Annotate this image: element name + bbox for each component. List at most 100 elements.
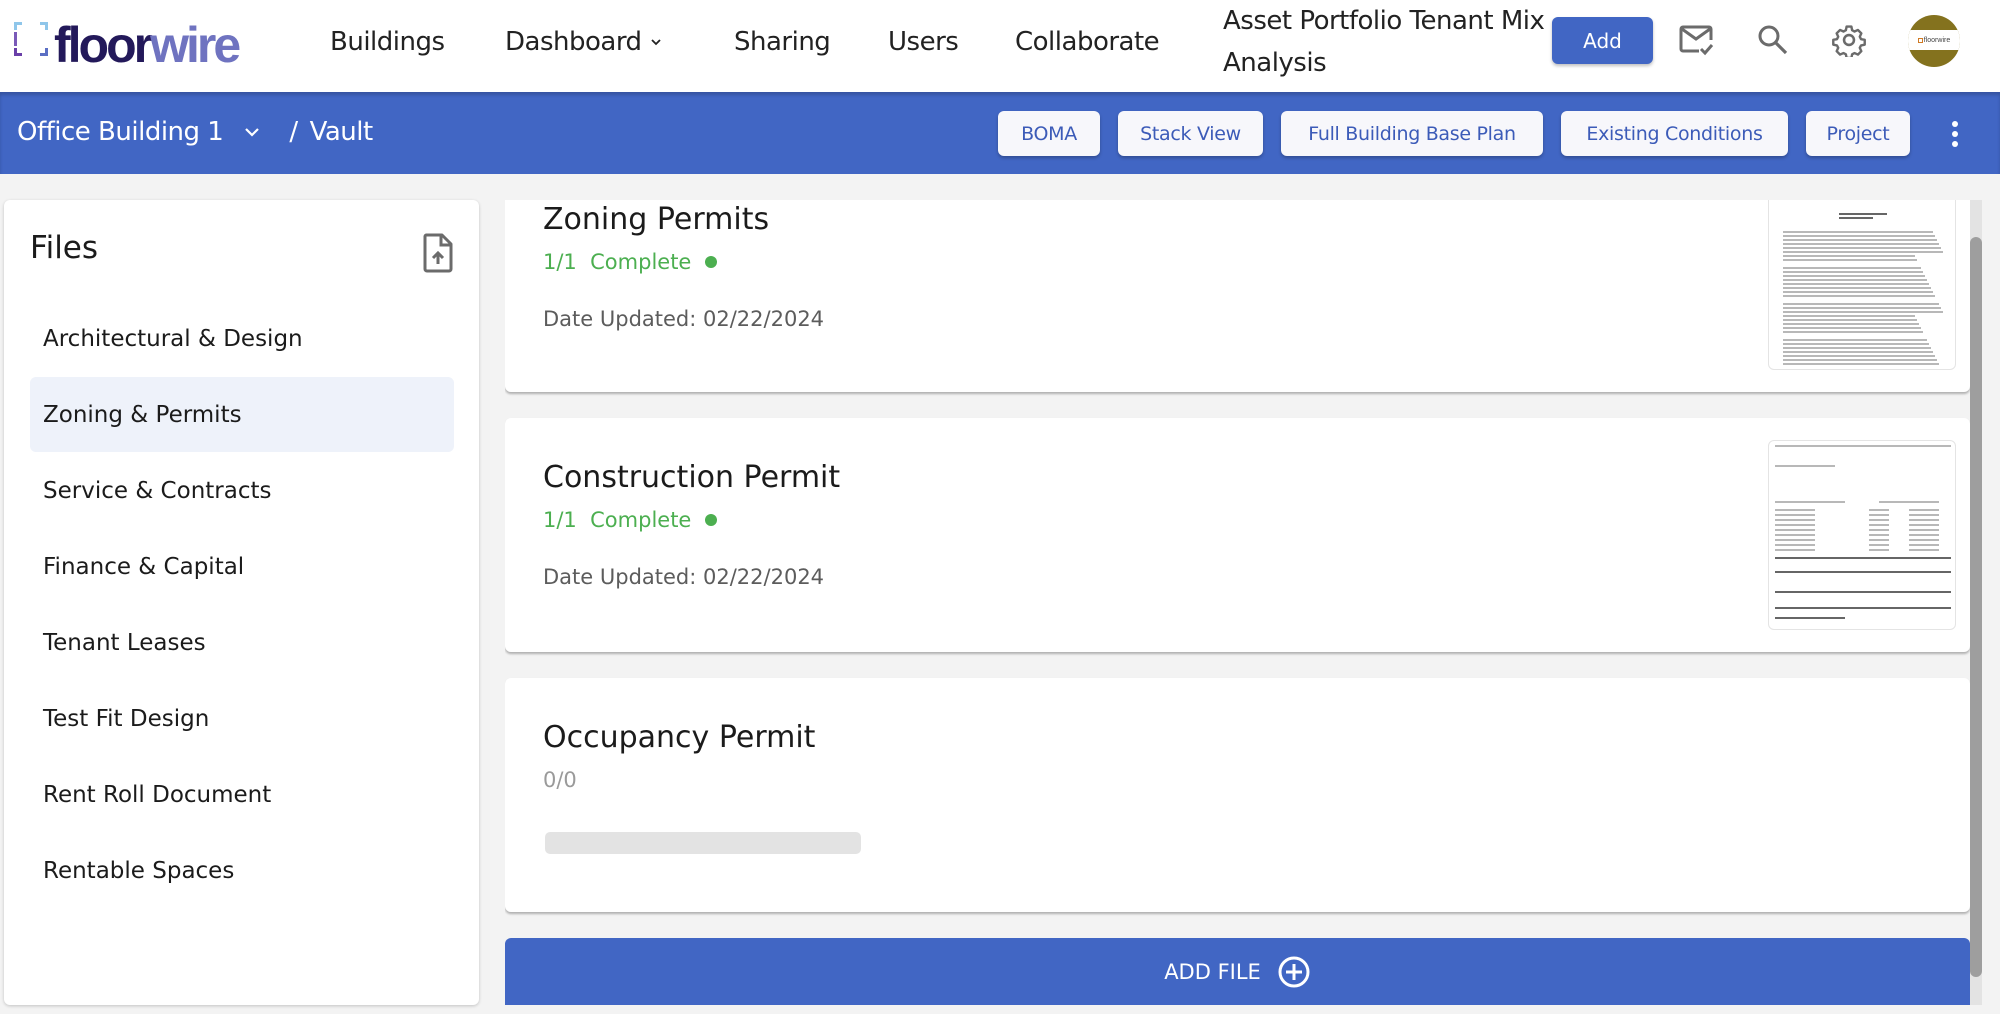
file-upload-icon[interactable] [422, 233, 454, 273]
thumbnail-text-line [1783, 247, 1941, 249]
thumbnail-text-line [1783, 275, 1925, 277]
sidebar-item-rent-roll-document[interactable]: Rent Roll Document [30, 757, 454, 832]
thumbnail-text-line [1783, 235, 1935, 237]
full-building-base-plan-button[interactable]: Full Building Base Plan [1281, 111, 1543, 156]
logo-text: floorwire [54, 17, 241, 73]
floorwire-logo[interactable]: floorwire [14, 16, 241, 73]
thumbnail-text-line [1783, 243, 1939, 245]
sidebar-item-architectural-design[interactable]: Architectural & Design [30, 301, 454, 376]
thumbnail-text-line [1869, 549, 1889, 551]
thumbnail-text-line [1869, 509, 1889, 511]
thumbnail-text-line [1909, 534, 1939, 536]
thumbnail-text-line [1775, 591, 1951, 593]
file-card-construction-permit[interactable]: Construction Permit 1/1 Complete Date Up… [505, 418, 1970, 652]
file-title: Occupancy Permit [543, 720, 816, 755]
thumbnail-text-line [1839, 217, 1873, 219]
sidebar-item-label: Rentable Spaces [43, 857, 235, 884]
thumbnail-text-line [1775, 571, 1951, 573]
mail-check-icon [1679, 25, 1714, 56]
boma-button[interactable]: BOMA [998, 111, 1100, 156]
file-date-updated: Date Updated: 02/22/2024 [543, 307, 825, 331]
building-selector[interactable]: Office Building 1 [17, 112, 261, 152]
thumbnail-text-line [1775, 529, 1815, 531]
thumbnail-text-line [1775, 544, 1815, 546]
thumbnail-text-line [1783, 291, 1933, 293]
thumbnail-text-line [1775, 617, 1845, 619]
portfolio-title[interactable]: Asset Portfolio Tenant Mix Analysis [1223, 0, 1553, 84]
complete-dot-icon [705, 256, 718, 268]
thumbnail-text-line [1783, 255, 1915, 257]
thumbnail-text-line [1909, 519, 1939, 521]
search-icon [1758, 25, 1788, 55]
thumbnail-text-line [1775, 539, 1815, 541]
breadcrumb: Office Building 1 / Vault [17, 112, 373, 152]
thumbnail-text-line [1783, 259, 1917, 261]
thumbnail-text-line [1879, 501, 1939, 503]
thumbnail-text-line [1783, 327, 1921, 329]
thumbnail-text-line [1775, 445, 1951, 447]
sidebar-item-rentable-spaces[interactable]: Rentable Spaces [30, 833, 454, 908]
nav-sharing[interactable]: Sharing [734, 22, 831, 62]
settings-button[interactable] [1829, 20, 1869, 60]
file-card-zoning-permits[interactable]: Zoning Permits 1/1 Complete Date Updated… [505, 200, 1970, 392]
thumbnail-text-line [1783, 231, 1933, 233]
nav-users[interactable]: Users [888, 22, 959, 62]
file-date-updated: Date Updated: 02/22/2024 [543, 565, 825, 589]
existing-conditions-button[interactable]: Existing Conditions [1561, 111, 1788, 156]
breadcrumb-separator: / [289, 117, 298, 147]
add-button[interactable]: Add [1552, 17, 1653, 64]
add-file-button[interactable]: ADD FILE [505, 938, 1970, 1005]
sidebar-item-label: Service & Contracts [43, 477, 272, 504]
thumbnail-text-line [1869, 529, 1889, 531]
thumbnail-text-line [1869, 519, 1889, 521]
scrollbar-thumb[interactable] [1970, 237, 1982, 977]
nav-users-label: Users [888, 27, 959, 57]
nav-collaborate[interactable]: Collaborate [1015, 22, 1160, 62]
user-avatar[interactable]: floorwire [1908, 15, 1960, 67]
sidebar-item-zoning-permits[interactable]: Zoning & Permits [30, 377, 454, 452]
notifications-button[interactable] [1677, 20, 1717, 60]
thumbnail-text-line [1869, 524, 1889, 526]
sidebar-item-test-fit-design[interactable]: Test Fit Design [30, 681, 454, 756]
thumbnail-text-line [1909, 514, 1939, 516]
stack-view-button[interactable]: Stack View [1118, 111, 1263, 156]
project-button[interactable]: Project [1806, 111, 1910, 156]
sidebar-item-label: Tenant Leases [43, 629, 206, 656]
file-title: Zoning Permits [543, 202, 770, 237]
file-card-occupancy-permit[interactable]: Occupancy Permit 0/0 [505, 678, 1970, 912]
file-thumbnail[interactable] [1768, 440, 1956, 630]
thumbnail-text-line [1783, 323, 1919, 325]
complete-dot-icon [705, 514, 718, 526]
thumbnail-text-line [1869, 544, 1889, 546]
logo-mark-icon [14, 22, 48, 56]
sidebar-item-label: Rent Roll Document [43, 781, 272, 808]
nav-collaborate-label: Collaborate [1015, 27, 1160, 57]
thumbnail-text-line [1909, 509, 1939, 511]
file-status: 1/1 Complete [543, 250, 718, 274]
nav-dashboard-label: Dashboard [505, 27, 642, 57]
thumbnail-text-line [1775, 519, 1815, 521]
chevron-down-icon [245, 128, 260, 137]
sidebar-item-label: Zoning & Permits [43, 401, 242, 428]
thumbnail-text-line [1775, 549, 1815, 551]
sidebar-item-service-contracts[interactable]: Service & Contracts [30, 453, 454, 528]
nav-sharing-label: Sharing [734, 27, 831, 57]
sidebar-title: Files [30, 230, 99, 266]
building-bar: Office Building 1 / Vault BOMA Stack Vie… [0, 92, 2000, 174]
sidebar-item-tenant-leases[interactable]: Tenant Leases [30, 605, 454, 680]
search-button[interactable] [1753, 20, 1793, 60]
sidebar-item-label: Architectural & Design [43, 325, 303, 352]
thumbnail-text-line [1775, 509, 1815, 511]
thumbnail-text-line [1783, 303, 1939, 305]
file-thumbnail[interactable] [1768, 200, 1956, 370]
file-title: Construction Permit [543, 460, 841, 495]
more-options-icon[interactable] [1947, 118, 1963, 150]
sidebar-item-finance-capital[interactable]: Finance & Capital [30, 529, 454, 604]
nav-buildings[interactable]: Buildings [330, 22, 445, 62]
file-progress-placeholder [545, 832, 861, 854]
thumbnail-text-line [1783, 351, 1933, 353]
nav-dashboard[interactable]: Dashboard [505, 22, 662, 62]
top-navigation: floorwire Buildings Dashboard Sharing Us… [0, 0, 2000, 92]
files-list: Zoning Permits 1/1 Complete Date Updated… [505, 200, 1970, 1005]
thumbnail-text-line [1909, 549, 1939, 551]
